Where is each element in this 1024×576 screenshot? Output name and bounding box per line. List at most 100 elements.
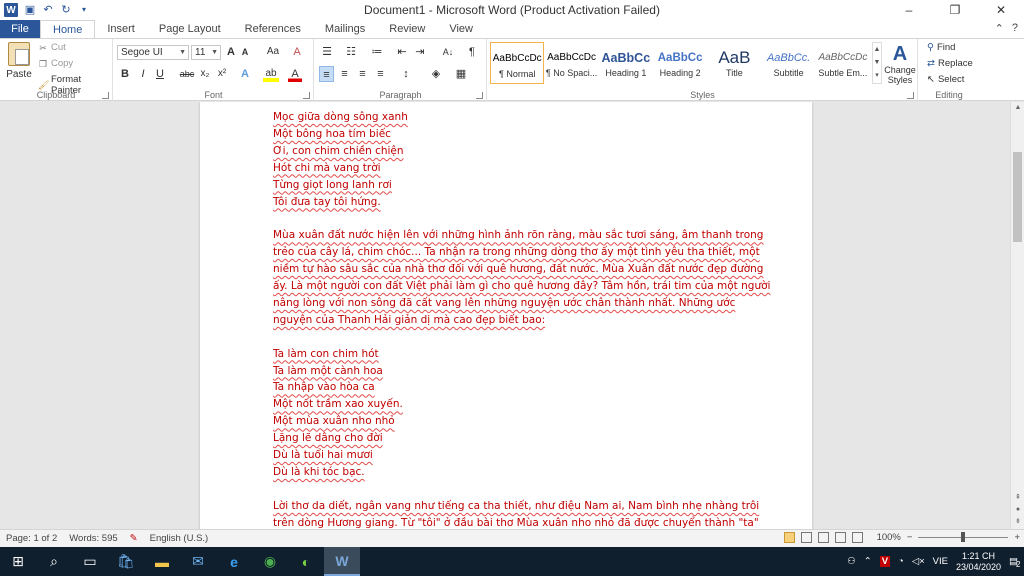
tab-insert[interactable]: Insert [95,20,147,38]
shrink-font-button[interactable]: A [239,44,251,60]
style-heading-2[interactable]: AaBbCc Heading 2 [653,42,707,84]
paste-button[interactable]: Paste [4,42,34,86]
document-page[interactable]: Mọc giữa dòng sông xanh Một bông hoa tím … [200,102,812,529]
full-screen-reading-icon[interactable] [800,532,812,543]
save-icon[interactable]: ▣ [24,4,36,16]
clear-formatting-button[interactable]: A [290,44,304,60]
next-page-icon[interactable]: ⇟ [1011,516,1024,528]
styles-launcher-icon[interactable] [907,92,914,99]
line-spacing-icon[interactable]: ↕ [398,66,414,82]
change-styles-button[interactable]: A Change Styles [884,43,916,85]
document-text[interactable]: Mọc giữa dòng sông xanh Một bông hoa tím … [273,109,770,529]
style-no-spacing[interactable]: AaBbCcDc ¶ No Spaci... [544,42,598,84]
justify-icon[interactable]: ≡ [373,66,388,82]
numbering-icon[interactable]: ☷ [343,44,359,60]
word-app-icon[interactable]: W [4,3,18,17]
tab-file[interactable]: File [0,20,40,38]
undo-icon[interactable]: ↶ [42,4,54,16]
restore-button[interactable]: ❐ [932,0,978,20]
file-explorer-icon[interactable]: ▬ [144,547,180,576]
bullets-icon[interactable]: ☰ [319,44,335,60]
change-case-button[interactable]: Aa [264,44,282,60]
previous-page-icon[interactable]: ⇞ [1011,492,1024,504]
word-taskbar-icon[interactable]: W [324,547,360,576]
web-layout-icon[interactable] [817,532,829,543]
align-left-icon[interactable]: ≡ [319,66,334,82]
copy-button[interactable]: ❐ Copy [38,58,73,69]
shading-icon[interactable]: ◈ [428,66,444,82]
zoom-out-button[interactable]: − [907,532,913,543]
clipboard-launcher-icon[interactable] [102,92,109,99]
close-button[interactable]: ✕ [978,0,1024,20]
minimize-ribbon-icon[interactable]: ⌃ [995,22,1004,35]
scroll-thumb[interactable] [1013,152,1022,242]
zoom-slider-thumb[interactable] [961,532,966,542]
increase-indent-icon[interactable]: ⇥ [413,44,427,60]
vertical-scrollbar[interactable]: ▲ ⇞ ● ⇟ [1010,102,1024,529]
font-family-select[interactable]: Segoe UI ▼ [117,45,189,60]
cut-button[interactable]: ✂ Cut [38,42,66,53]
italic-button[interactable]: I [137,66,149,82]
notification-center-icon[interactable]: ▤ 2 [1009,556,1020,569]
customize-quick-access-icon[interactable]: ▾ [78,4,90,16]
language-indicator[interactable]: English (U.S.) [144,533,215,544]
subscript-button[interactable]: x₂ [198,66,212,82]
show-hidden-icons-icon[interactable]: ⌃ [864,556,872,567]
tab-mailings[interactable]: Mailings [313,20,377,38]
font-size-select[interactable]: 11 ▼ [191,45,221,60]
volume-icon[interactable]: ◁× [912,556,925,567]
style-subtitle[interactable]: AaBbCc. Subtitle [762,42,816,84]
multilevel-list-icon[interactable]: ≔ [369,44,385,60]
font-color-button[interactable]: A [288,66,302,82]
sort-button[interactable]: A↓ [439,44,457,60]
superscript-button[interactable]: x² [215,66,229,82]
word-count[interactable]: Words: 595 [63,533,123,544]
store-icon[interactable]: 🛍 [108,547,144,576]
grow-font-button[interactable]: A [224,44,238,60]
underline-button[interactable]: U [154,66,166,82]
edge-icon[interactable]: e [216,547,252,576]
zoom-in-button[interactable]: + [1014,532,1020,543]
align-right-icon[interactable]: ≡ [355,66,370,82]
tab-review[interactable]: Review [377,20,437,38]
decrease-indent-icon[interactable]: ⇤ [395,44,409,60]
network-icon[interactable]: ◔ [898,556,904,567]
select-button[interactable]: ↖ Select [927,74,964,85]
outline-icon[interactable] [834,532,846,543]
windows-start-icon[interactable]: ⊞ [0,547,36,576]
minimize-button[interactable]: – [886,0,932,20]
scroll-up-icon[interactable]: ▲ [1011,102,1024,114]
browse-object-icon[interactable]: ● [1011,504,1024,516]
people-icon[interactable]: ⚇ [847,556,856,567]
chrome-icon[interactable]: ◉ [252,547,288,576]
unikey-icon[interactable]: V [879,556,891,567]
show-formatting-button[interactable]: ¶ [465,44,479,60]
redo-icon[interactable]: ↻ [60,4,72,16]
draft-icon[interactable] [851,532,863,543]
page-count[interactable]: Page: 1 of 2 [0,533,63,544]
styles-gallery-scroll[interactable]: ▲ ▼ ▾ [872,42,882,84]
replace-button[interactable]: ⇄ Replace [927,58,973,69]
tab-references[interactable]: References [233,20,313,38]
proofing-icon[interactable]: ✎ [124,533,144,544]
style-heading-1[interactable]: AaBbCc Heading 1 [599,42,653,84]
align-center-icon[interactable]: ≡ [337,66,352,82]
style-title[interactable]: AaB Title [707,42,761,84]
tab-view[interactable]: View [437,20,485,38]
zoom-level[interactable]: 100% [877,532,901,543]
help-icon[interactable]: ? [1012,22,1018,35]
tab-page-layout[interactable]: Page Layout [147,20,233,38]
borders-icon[interactable]: ▦ [453,66,469,82]
strikethrough-button[interactable]: abc [178,66,196,82]
find-button[interactable]: ⚲ Find [927,42,955,53]
tab-home[interactable]: Home [40,20,96,38]
paragraph-launcher-icon[interactable] [476,92,483,99]
style-normal[interactable]: AaBbCcDc ¶ Normal [490,42,545,84]
print-layout-icon[interactable] [783,532,795,543]
mail-icon[interactable]: ✉ [180,547,216,576]
text-effects-button[interactable]: A [238,66,252,82]
input-language[interactable]: VIE [933,556,948,567]
style-subtle-emphasis[interactable]: AaBbCcDc Subtle Em... [816,42,870,84]
bold-button[interactable]: B [119,66,131,82]
coccoc-icon[interactable]: ◐ [288,547,324,576]
